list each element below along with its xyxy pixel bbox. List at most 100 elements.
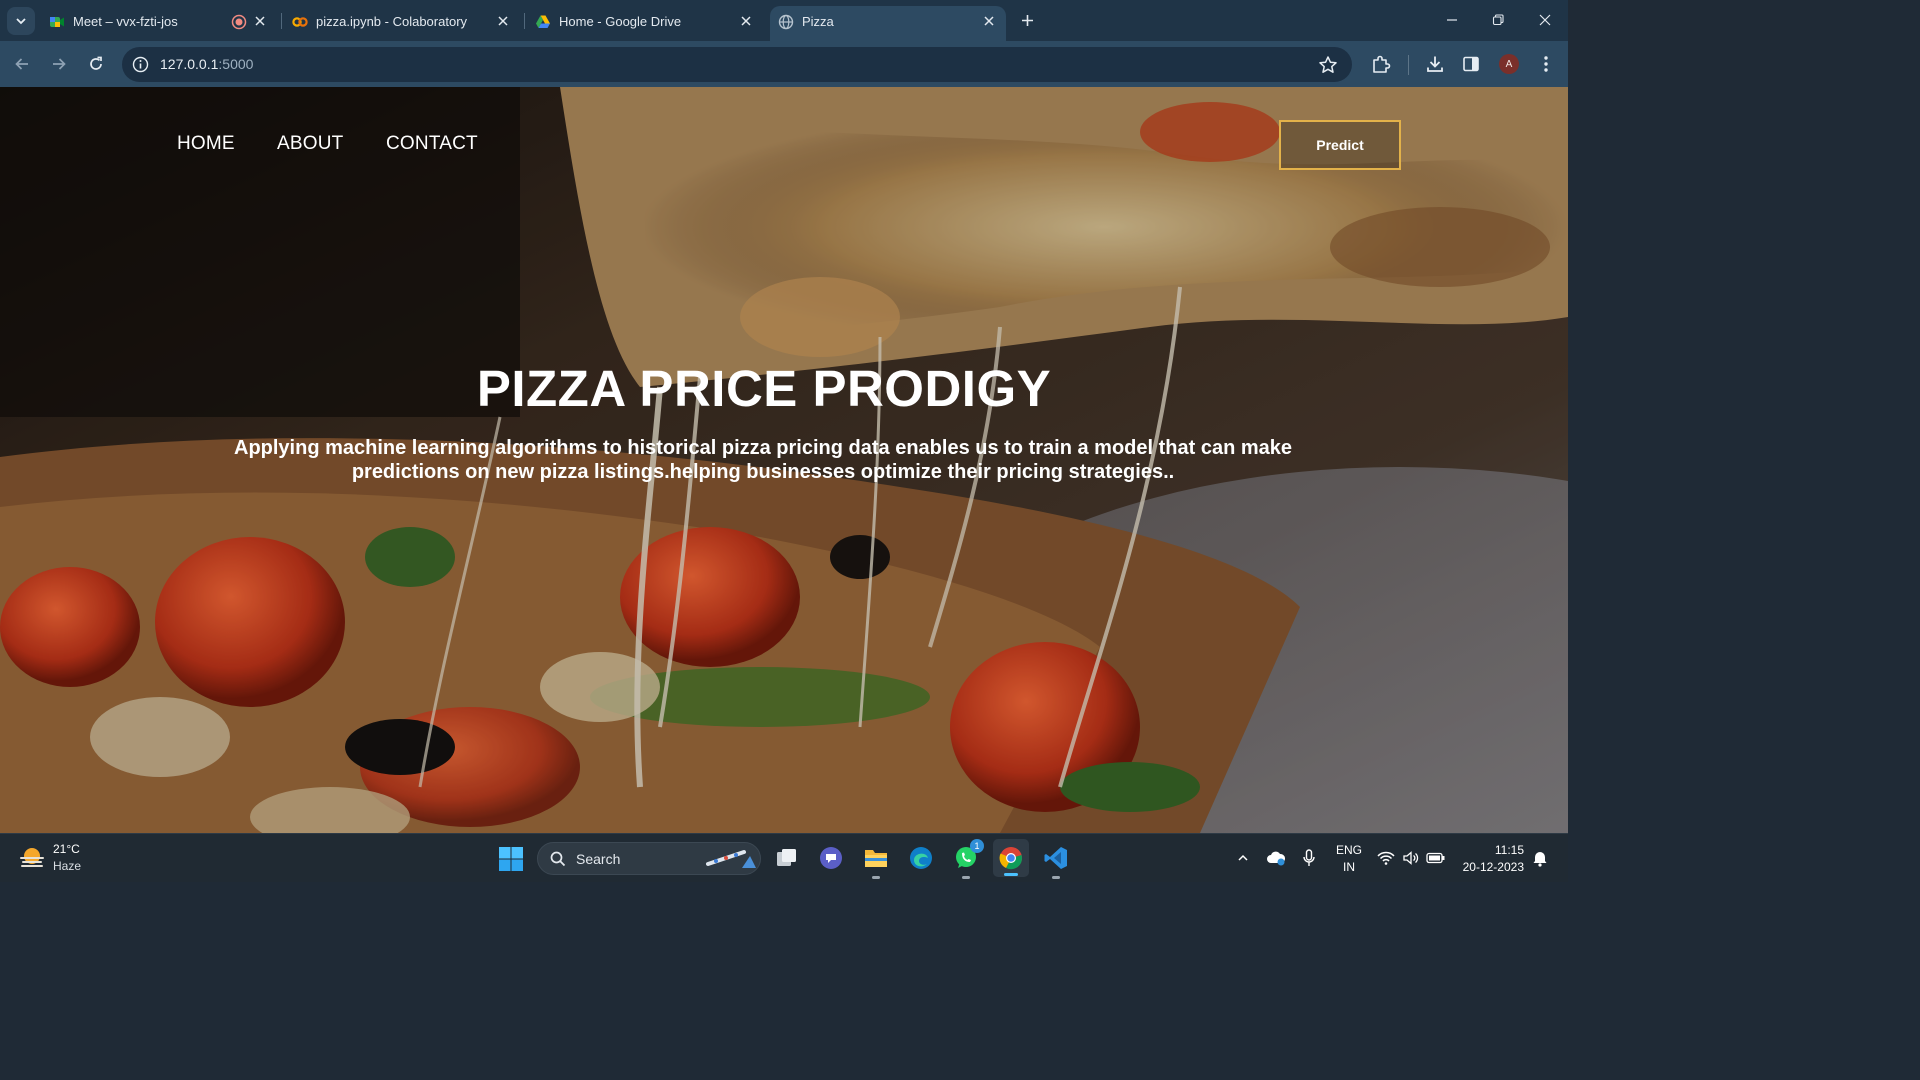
search-label: Search xyxy=(576,851,621,867)
taskbar-search[interactable]: Search xyxy=(537,842,761,875)
toolbar-divider xyxy=(1408,55,1409,75)
close-tab-button[interactable] xyxy=(980,12,998,30)
clock-date: 20-12-2023 xyxy=(1462,860,1524,874)
tab-google-drive[interactable]: Home - Google Drive xyxy=(527,6,763,41)
forward-button[interactable] xyxy=(46,51,72,77)
tab-search-button[interactable] xyxy=(7,7,35,35)
windows-start-icon[interactable] xyxy=(497,845,525,873)
battery-tray[interactable] xyxy=(1425,847,1447,869)
tab-colab[interactable]: pizza.ipynb - Colaboratory xyxy=(284,6,520,41)
language-indicator[interactable]: ENG IN xyxy=(1332,842,1366,876)
url-text: 127.0.0.1:5000 xyxy=(160,56,253,72)
close-icon xyxy=(498,16,508,26)
taskbar-edge[interactable] xyxy=(906,843,936,873)
tab-title: Pizza xyxy=(802,14,834,29)
taskbar-task-view[interactable] xyxy=(772,843,802,873)
side-panel-button[interactable] xyxy=(1460,53,1482,75)
clock-time: 11:15 xyxy=(1494,843,1524,857)
restore-button[interactable] xyxy=(1485,8,1511,32)
back-button[interactable] xyxy=(9,51,35,77)
notifications-tray[interactable] xyxy=(1529,847,1551,869)
weather-condition: Haze xyxy=(53,859,82,873)
downloads-button[interactable] xyxy=(1424,53,1446,75)
bell-icon xyxy=(1533,852,1547,867)
wifi-icon xyxy=(1377,851,1395,865)
nav-contact-link[interactable]: CONTACT xyxy=(386,133,478,155)
battery-icon xyxy=(1426,852,1445,864)
wifi-tray[interactable] xyxy=(1375,847,1397,869)
tab-title: Meet – vvx-fzti-jos xyxy=(73,14,178,29)
colab-icon xyxy=(292,17,308,27)
show-hidden-icons-button[interactable] xyxy=(1232,847,1254,869)
more-vertical-icon xyxy=(1544,56,1548,72)
close-icon xyxy=(984,16,994,26)
vscode-icon xyxy=(1044,847,1067,869)
reload-icon xyxy=(90,56,102,70)
arrow-right-icon xyxy=(53,58,66,70)
extensions-button[interactable] xyxy=(1370,53,1392,75)
page-viewport: HOME ABOUT CONTACT Predict PIZZA PRICE P… xyxy=(0,87,1568,833)
profile-avatar[interactable]: A xyxy=(1499,54,1519,74)
side-panel-icon xyxy=(1463,56,1479,72)
puzzle-icon xyxy=(1373,55,1391,73)
recording-icon xyxy=(231,14,247,30)
volume-tray[interactable] xyxy=(1400,847,1422,869)
close-window-button[interactable] xyxy=(1532,8,1558,32)
taskbar-whatsapp[interactable]: 1 xyxy=(951,839,984,879)
close-tab-button[interactable] xyxy=(251,12,269,30)
running-indicator xyxy=(872,876,880,879)
new-tab-button[interactable] xyxy=(1016,9,1038,31)
close-icon xyxy=(741,16,751,26)
taskbar-vscode[interactable] xyxy=(1041,843,1071,879)
close-tab-button[interactable] xyxy=(737,12,755,30)
edge-icon xyxy=(910,847,932,869)
close-tab-button[interactable] xyxy=(494,12,512,30)
tab-meet[interactable]: Meet – vvx-fzti-jos xyxy=(41,6,277,41)
close-icon xyxy=(255,16,265,26)
taskbar-file-explorer[interactable] xyxy=(861,843,891,879)
windows-taskbar: 21°C Haze Search 1 ENG IN 11:15 20-12-20… xyxy=(0,833,1568,882)
task-view-icon xyxy=(777,849,796,866)
download-icon xyxy=(1427,56,1443,72)
address-bar[interactable]: 127.0.0.1:5000 xyxy=(122,47,1352,82)
weather-temperature: 21°C xyxy=(53,842,80,856)
close-icon xyxy=(1539,14,1551,26)
taskbar-chrome[interactable] xyxy=(993,839,1029,877)
notification-badge: 1 xyxy=(970,839,984,853)
tab-divider xyxy=(281,13,282,29)
tab-pizza[interactable]: Pizza xyxy=(770,6,1006,41)
browser-menu-button[interactable] xyxy=(1535,53,1557,75)
onedrive-tray[interactable] xyxy=(1265,847,1287,869)
reload-button[interactable] xyxy=(83,51,109,77)
taskbar-teams[interactable] xyxy=(816,843,846,873)
browser-tab-strip: Meet – vvx-fzti-jos pizza.ipynb - Colabo… xyxy=(0,0,1568,41)
predict-button[interactable]: Predict xyxy=(1279,120,1401,170)
restore-icon xyxy=(1492,14,1504,26)
teams-icon xyxy=(820,847,842,869)
globe-icon xyxy=(778,14,794,30)
chevron-up-icon xyxy=(1238,854,1248,861)
nav-about-link[interactable]: ABOUT xyxy=(277,133,343,155)
cloud-icon xyxy=(1267,851,1286,866)
google-drive-icon xyxy=(536,15,550,28)
arrow-left-icon xyxy=(15,58,28,70)
plus-icon xyxy=(1021,14,1033,26)
site-info-icon[interactable] xyxy=(132,56,149,73)
microphone-icon xyxy=(1303,849,1315,866)
speaker-icon xyxy=(1403,851,1419,865)
folder-icon xyxy=(865,850,887,867)
microphone-tray[interactable] xyxy=(1298,847,1320,869)
language-code: ENG xyxy=(1335,843,1362,857)
running-indicator xyxy=(1052,876,1060,879)
hero-title: PIZZA PRICE PRODIGY xyxy=(476,360,1052,417)
hero-subtitle: Applying machine learning algorithms to … xyxy=(200,436,1326,484)
active-indicator xyxy=(1004,873,1018,876)
running-indicator xyxy=(962,876,970,879)
minimize-button[interactable] xyxy=(1439,8,1465,32)
system-clock[interactable]: 11:15 20-12-2023 xyxy=(1452,842,1524,876)
tab-divider xyxy=(524,13,525,29)
url-host: 127.0.0.1 xyxy=(160,56,219,72)
nav-home-link[interactable]: HOME xyxy=(177,133,235,155)
browser-toolbar: 127.0.0.1:5000 xyxy=(0,41,1568,87)
bookmark-star-icon[interactable] xyxy=(1318,55,1338,75)
